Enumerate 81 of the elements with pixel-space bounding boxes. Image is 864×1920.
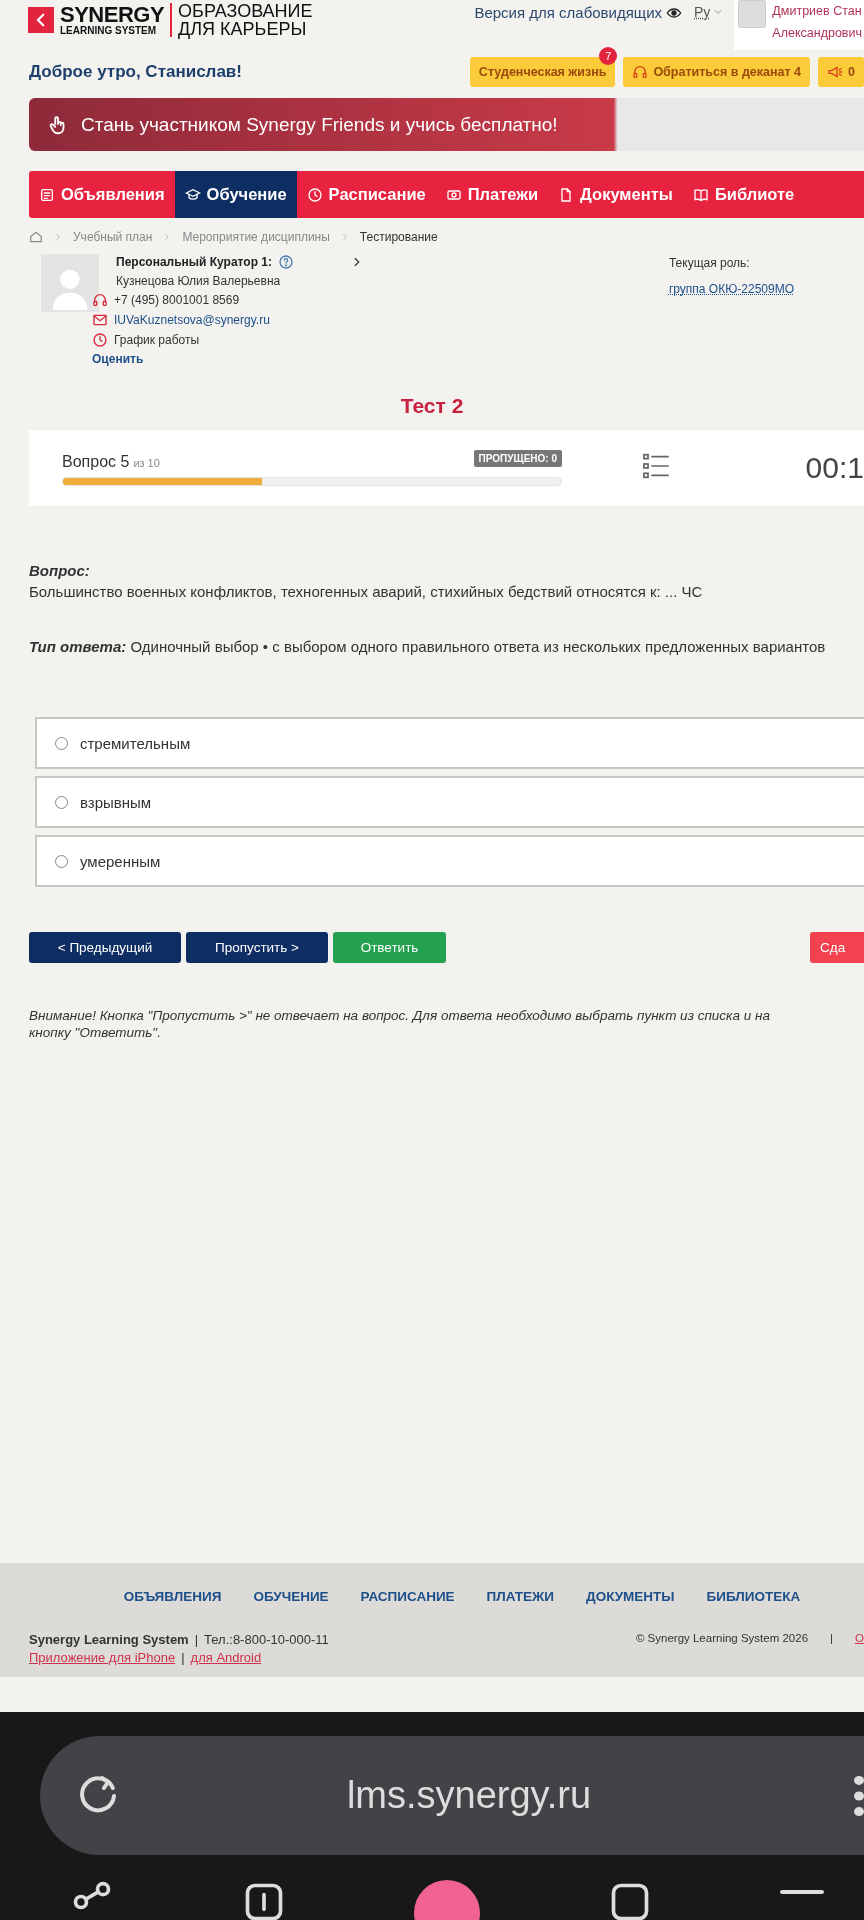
action-button[interactable]: Пропустить > — [186, 932, 328, 963]
nav-tab[interactable]: Обучение — [174, 171, 297, 218]
mail-icon — [92, 312, 108, 328]
question-counter: Вопрос 5 из 10 — [62, 453, 160, 471]
language-selector[interactable]: Ру — [694, 4, 725, 20]
email-link[interactable]: IUVaKuznetsova@synergy.ru — [114, 313, 270, 327]
answer-option[interactable]: умеренным — [35, 835, 864, 887]
accessibility-link[interactable]: Версия для слабовидящих — [474, 4, 682, 21]
android-app-link[interactable]: для Android — [190, 1650, 262, 1665]
logo-subtitle: LEARNING SYSTEM — [60, 26, 158, 36]
curator-name: Кузнецова Юлия Валерьевна — [115, 274, 282, 288]
headset-icon — [92, 292, 108, 308]
nav-tab[interactable]: Объявления — [29, 171, 175, 218]
nav-tab[interactable]: Платежи — [435, 171, 549, 218]
action-button[interactable]: Сда — [810, 932, 864, 963]
clock-icon — [306, 186, 323, 203]
headset-icon — [632, 64, 649, 80]
nav-tab[interactable]: Документы — [548, 171, 683, 218]
breadcrumb-current: Тестирование — [359, 230, 438, 244]
copyright-text: © Synergy Learning System 2026 — [635, 1632, 809, 1646]
footer-link[interactable]: ДОКУМЕНТЫ — [586, 1589, 675, 1604]
answer-option[interactable]: стремительным — [35, 717, 864, 769]
promo-banner[interactable]: Стань участником Synergy Friends и учись бесплатно! — [29, 98, 864, 151]
notice-text: Внимание! Кнопка "Пропустить >" не отвечает на вопрос. Для ответа необходимо выбрать пункт из списка и на — [29, 1008, 771, 1023]
footer-link[interactable]: БИБЛИОТЕКА — [706, 1589, 801, 1604]
action-button[interactable]: < Предыдущий — [29, 932, 181, 963]
greeting-text: Доброе утро, Станислав! — [29, 62, 242, 82]
banner-text: Стань участником Synergy Friends и учись бесплатно! — [81, 113, 558, 136]
iphone-app-link[interactable]: Приложение для iPhone — [29, 1650, 176, 1665]
action-button[interactable]: Ответить — [333, 932, 446, 963]
book-icon — [692, 186, 709, 203]
timer: 00:1 — [805, 451, 864, 485]
test-title: Тест 2 — [399, 394, 465, 418]
home-icon — [29, 230, 43, 244]
more-vertical-icon — [854, 1775, 864, 1816]
footer-link[interactable]: ПЛАТЕЖИ — [486, 1589, 555, 1604]
footer-link[interactable]: ОБУЧЕНИЕ — [253, 1589, 329, 1604]
curator-title: Персональный Куратор 1: — [116, 255, 272, 269]
radio-button[interactable] — [55, 854, 68, 868]
role-link[interactable]: группа ОКЮ-22509МО — [668, 282, 794, 296]
rate-link[interactable]: Оценить — [92, 352, 364, 366]
list-icon — [39, 186, 55, 203]
quick-action-button[interactable]: Обратиться в деканат 4 — [623, 57, 811, 87]
company-name: Synergy Learning System — [29, 1632, 189, 1647]
clock-icon — [92, 332, 108, 348]
nav-tab[interactable]: Библиоте — [682, 171, 805, 218]
breadcrumb-link[interactable]: Мероприятие дисциплины — [182, 230, 330, 244]
skipped-badge: ПРОПУЩЕНО: 0 — [473, 450, 562, 467]
logo-tagline: ОБРАЗОВАНИЕ — [178, 2, 313, 20]
separator-text: | — [194, 1632, 199, 1647]
logo-brand: SYNERGY — [60, 4, 165, 26]
menu-icon — [780, 1890, 824, 1894]
breadcrumb-link[interactable]: Учебный план — [73, 230, 153, 244]
graduation-cap-icon — [184, 186, 201, 203]
answer-type-text: Тип ответа: Одиночный выбор • с выбором одного правильного ответа из нескольких предложенных вариантов — [29, 638, 827, 655]
address-bar[interactable]: lms.synergy.ru — [40, 1736, 864, 1855]
notice-text: кнопку "Ответить". — [29, 1025, 162, 1040]
footer-link[interactable]: О — [855, 1632, 864, 1665]
chevron-right-icon — [53, 232, 63, 242]
radio-button[interactable] — [55, 736, 68, 750]
role-label: Текущая роль: — [668, 256, 751, 270]
help-icon — [278, 254, 294, 270]
separator-text: | — [181, 1650, 185, 1665]
question-text: Большинство военных конфликтов, техногенных аварий, стихийных бедствий относятся к: ... ЧС — [29, 583, 704, 600]
separator-text: | — [830, 1632, 834, 1646]
logo-tagline: ДЛЯ КАРЬЕРЫ — [178, 20, 308, 38]
user-name[interactable]: Дмитриев Стан — [772, 4, 862, 18]
answer-option[interactable]: взрывным — [35, 776, 864, 828]
footer-link[interactable]: РАСПИСАНИЕ — [360, 1589, 455, 1604]
nav-tab[interactable]: Расписание — [296, 171, 436, 218]
notification-badge: 7 — [599, 47, 618, 65]
footer-link[interactable]: ОБЪЯВЛЕНИЯ — [123, 1589, 222, 1604]
quick-action-button[interactable]: 0 — [818, 57, 864, 87]
megaphone-icon — [827, 64, 844, 80]
curator-phone: +7 (495) 8001001 8569 — [114, 293, 240, 307]
work-schedule-link[interactable]: График работы — [114, 333, 200, 347]
avatar-placeholder — [738, 0, 767, 28]
question-label: Вопрос: — [29, 562, 90, 579]
radio-button[interactable] — [55, 795, 68, 809]
user-name[interactable]: Александрович — [772, 26, 862, 40]
phone-number: Тел.:8-800-10-000-11 — [204, 1632, 329, 1647]
